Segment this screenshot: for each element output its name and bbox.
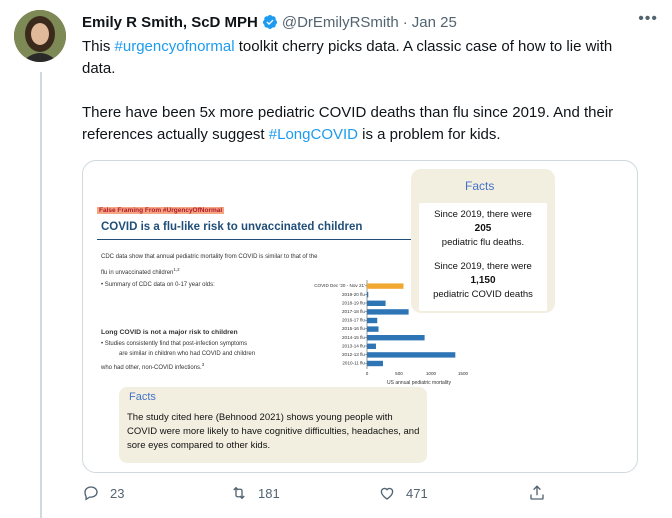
slide-title: COVID is a flu-like risk to unvaccinated… bbox=[101, 221, 363, 233]
chart-category-label: 2010-11 flu bbox=[342, 361, 365, 366]
chart-category-label: 2015-16 flu bbox=[342, 326, 365, 331]
chart-bar bbox=[367, 317, 378, 324]
cdc-line-1: CDC data show that annual pediatric mort… bbox=[101, 254, 318, 260]
author-name[interactable]: Emily R Smith, ScD MPH bbox=[82, 14, 258, 31]
tweet-paragraph-1: This #urgencyofnormal toolkit cherry pic… bbox=[82, 36, 642, 80]
long-covid-heading: Long COVID is not a major risk to childr… bbox=[101, 329, 238, 336]
chart-bar bbox=[367, 352, 456, 358]
facts-top-card: Since 2019, there were 205 pediatric flu… bbox=[419, 203, 547, 311]
chart-category-label: 2017-18 flu bbox=[342, 309, 365, 314]
chart-x-axis-label: US annual pediatric mortality bbox=[387, 380, 451, 386]
facts-top-line-2: pediatric flu deaths. bbox=[441, 237, 525, 248]
chart-category-label: 2019-20 flu bbox=[342, 292, 365, 297]
chart-x-tick-label: 1500 bbox=[458, 371, 469, 376]
bullet-studies-1: • Studies consistently find that post-in… bbox=[101, 341, 248, 347]
chart-bar bbox=[367, 360, 383, 367]
tweet-text: This #urgencyofnormal toolkit cherry pic… bbox=[82, 36, 642, 146]
chart-bar bbox=[367, 283, 404, 289]
verified-badge-icon bbox=[262, 14, 278, 30]
chart-category-label: 2014-15 flu bbox=[342, 335, 365, 340]
reply-count: 23 bbox=[110, 485, 125, 501]
more-options-icon[interactable]: ••• bbox=[638, 10, 658, 28]
cdc-line-2-text: flu in unvaccinated children bbox=[101, 270, 174, 276]
chart-category-label: 2016-17 flu bbox=[342, 318, 365, 323]
bullet-studies-2: are similar in children who had COVID an… bbox=[119, 351, 256, 357]
cdc-line-2-sup: 1,2 bbox=[173, 267, 180, 272]
hashtag-longcovid[interactable]: #LongCOVID bbox=[269, 126, 358, 143]
avatar[interactable] bbox=[14, 10, 66, 62]
tweet-header: Emily R Smith, ScD MPH @DrEmilyRSmith · … bbox=[82, 10, 658, 32]
chart-bar bbox=[367, 326, 379, 332]
facts-bottom-body: The study cited here (Behnood 2021) show… bbox=[127, 412, 420, 451]
share-icon bbox=[530, 485, 544, 500]
retweet-button[interactable]: 181 bbox=[230, 484, 280, 502]
covid-deaths-value: 1,150 bbox=[470, 275, 496, 286]
reply-icon bbox=[84, 486, 98, 501]
chart-category-label: COVID Dec '20 - Nov 21' bbox=[314, 283, 365, 288]
thread-line bbox=[40, 72, 42, 518]
chart-x-tick-label: 1000 bbox=[426, 371, 437, 376]
flu-deaths-value: 205 bbox=[474, 223, 492, 234]
bullet-studies-3-text: who had other, non-COVID infections. bbox=[101, 365, 202, 371]
chart-bar bbox=[367, 343, 376, 349]
facts-top-line-4: pediatric COVID deaths bbox=[433, 289, 533, 300]
retweet-icon bbox=[233, 486, 245, 500]
chart-bar bbox=[367, 292, 369, 298]
chart-bar bbox=[367, 335, 425, 341]
chart-category-label: 2018-19 flu bbox=[342, 300, 365, 305]
facts-bottom-heading: Facts bbox=[129, 391, 156, 403]
tweet-paragraph-2: There have been 5x more pediatric COVID … bbox=[82, 102, 642, 146]
p1-prefix: This bbox=[82, 38, 115, 55]
separator-dot: · bbox=[402, 13, 408, 31]
cdc-line-2: flu in unvaccinated children1,2 bbox=[101, 265, 180, 278]
heart-icon bbox=[380, 487, 394, 500]
facts-box-top: Facts Since 2019, there were 205 pediatr… bbox=[411, 169, 555, 313]
avatar-image bbox=[14, 10, 66, 62]
hashtag-urgencyofnormal[interactable]: #urgencyofnormal bbox=[115, 38, 235, 55]
retweet-count: 181 bbox=[258, 485, 280, 501]
facts-top-line-1: Since 2019, there were bbox=[434, 209, 532, 220]
chart-category-label: 2012-13 flu bbox=[342, 352, 365, 357]
facts-box-bottom: Facts The study cited here (Behnood 2021… bbox=[119, 387, 427, 463]
bullet-studies-3-sup: 3 bbox=[201, 362, 205, 367]
chart-bar bbox=[367, 300, 386, 306]
tweet-actions: 23 181 471 bbox=[82, 484, 642, 508]
chart-x-tick-label: 500 bbox=[395, 371, 403, 376]
p2-suffix: is a problem for kids. bbox=[358, 126, 501, 143]
chart-x-tick-label: 0 bbox=[366, 371, 369, 376]
share-button[interactable] bbox=[528, 484, 556, 502]
chart-bar bbox=[367, 309, 409, 315]
tweet-date[interactable]: Jan 25 bbox=[412, 14, 457, 31]
like-count: 471 bbox=[406, 485, 428, 501]
reply-button[interactable]: 23 bbox=[82, 484, 124, 502]
bullet-cdc-summary: • Summary of CDC data on 0-17 year olds: bbox=[101, 282, 215, 288]
tweet-media-image[interactable]: False Framing From #UrgencyOfNormal COVI… bbox=[82, 160, 638, 473]
false-framing-tag: False Framing From #UrgencyOfNormal bbox=[97, 207, 225, 214]
author-handle[interactable]: @DrEmilyRSmith bbox=[282, 14, 399, 31]
bullet-studies-3: who had other, non-COVID infections.3 bbox=[101, 360, 204, 373]
facts-top-line-3: Since 2019, there were bbox=[434, 261, 532, 272]
facts-top-heading: Facts bbox=[465, 179, 495, 193]
chart-category-label: 2013-14 flu bbox=[342, 343, 365, 348]
like-button[interactable]: 471 bbox=[378, 484, 428, 502]
